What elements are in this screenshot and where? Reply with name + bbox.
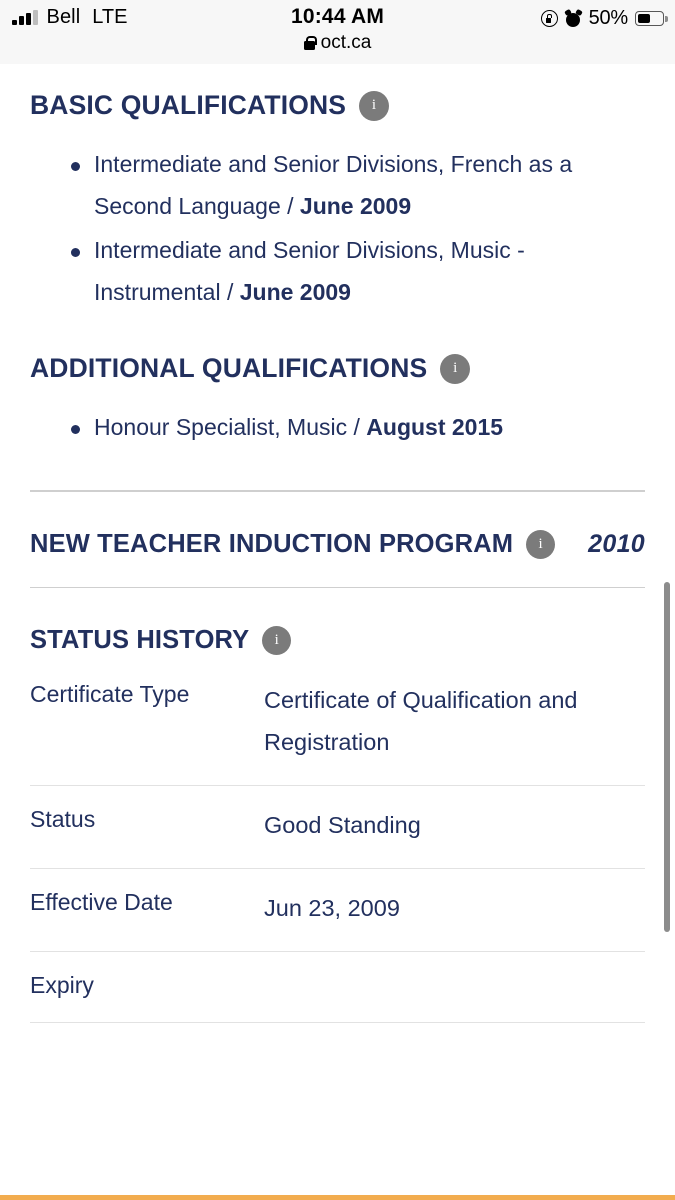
rotation-lock-icon (540, 10, 558, 27)
clock-time: 10:44 AM (290, 5, 385, 28)
basic-qualifications-title: BASIC QUALIFICATIONS (30, 90, 347, 120)
new-teacher-induction-program-title: NEW TEACHER INDUCTION PROGRAM (30, 529, 514, 558)
table-row: Certificate Type Certificate of Qualific… (30, 661, 645, 786)
vertical-scrollbar[interactable] (664, 582, 670, 932)
info-icon[interactable]: i (440, 353, 471, 384)
info-icon[interactable]: i (526, 529, 556, 559)
lock-icon (303, 36, 317, 50)
signal-bars-icon (12, 10, 38, 25)
additional-qualifications-title: ADDITIONAL QUALIFICATIONS (30, 353, 428, 383)
qualification-name: Honour Specialist, Music (94, 414, 348, 440)
status-bar-left: Bell LTE (12, 6, 127, 29)
alarm-clock-icon (563, 8, 583, 27)
info-icon[interactable]: i (359, 90, 390, 121)
qualification-date: June 2009 (239, 279, 351, 305)
row-value (264, 951, 645, 1023)
list-item: Intermediate and Senior Divisions, Frenc… (30, 143, 645, 227)
carrier-name: Bell (46, 6, 81, 28)
qualification-separator: / (347, 414, 367, 440)
mobile-browser-page: Bell LTE 10:44 AM oct.ca 50% BASIC QUALI… (0, 0, 675, 1200)
row-label: Expiry (30, 951, 264, 1023)
site-url: oct.ca (320, 32, 372, 53)
row-label: Certificate Type (30, 661, 264, 786)
section-header-new-teacher-induction-program: NEW TEACHER INDUCTION PROGRAM i 2010 (30, 529, 645, 559)
battery-percentage: 50% (588, 7, 629, 29)
row-value: Certificate of Qualification and Registr… (264, 661, 645, 786)
section-header-basic-qualifications: BASIC QUALIFICATIONS i (30, 90, 645, 121)
row-value: Good Standing (264, 785, 645, 869)
additional-qualifications-list: Honour Specialist, Music / August 2015 (30, 406, 645, 448)
battery-icon (635, 11, 668, 26)
page-content: BASIC QUALIFICATIONS i Intermediate and … (0, 64, 675, 1200)
list-item: Intermediate and Senior Divisions, Music… (30, 229, 645, 313)
section-header-additional-qualifications: ADDITIONAL QUALIFICATIONS i (30, 353, 645, 384)
basic-qualifications-list: Intermediate and Senior Divisions, Frenc… (30, 143, 645, 313)
status-history-table: Certificate Type Certificate of Qualific… (30, 661, 645, 1023)
status-bar: Bell LTE 10:44 AM oct.ca 50% (0, 0, 675, 64)
section-header-status-history: STATUS HISTORY i (30, 626, 645, 655)
table-row: Status Good Standing (30, 785, 645, 869)
qualification-separator: / (280, 193, 300, 219)
row-label: Effective Date (30, 868, 264, 952)
info-icon[interactable]: i (262, 626, 292, 655)
new-teacher-induction-program-year: 2010 (588, 529, 645, 558)
row-value: Jun 23, 2009 (264, 868, 645, 952)
qualification-date: June 2009 (299, 193, 412, 219)
qualification-separator: / (220, 279, 240, 305)
url-display[interactable]: oct.ca (0, 32, 675, 54)
row-label: Status (30, 785, 264, 869)
network-type: LTE (92, 6, 128, 28)
status-history-title: STATUS HISTORY (30, 626, 250, 654)
list-item: Honour Specialist, Music / August 2015 (30, 406, 645, 448)
table-row: Expiry (30, 951, 645, 1023)
status-bar-right: 50% (540, 7, 668, 30)
qualification-date: August 2015 (366, 414, 504, 440)
bottom-accent-bar (0, 1195, 675, 1200)
table-row: Effective Date Jun 23, 2009 (30, 868, 645, 952)
